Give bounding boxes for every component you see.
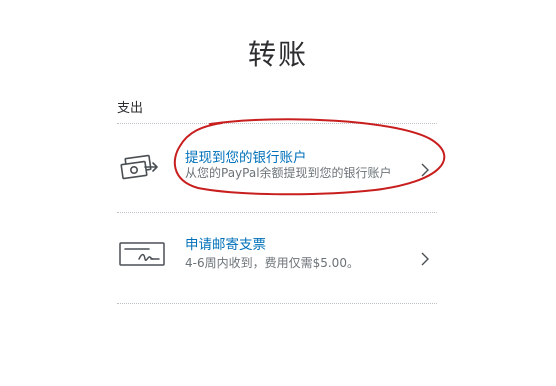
- check-icon: [117, 239, 167, 273]
- withdraw-to-bank-subtitle: 从您的PayPal余额提现到您的银行账户: [185, 166, 392, 180]
- withdraw-to-bank-title: 提现到您的银行账户: [185, 150, 307, 166]
- transfer-page: 转账 支出 提现到您的银行账户 从您的PayPal余额提现到您的银行账户 申请邮…: [0, 0, 556, 386]
- request-check-subtitle: 4-6周内收到，费用仅需$5.00。: [185, 256, 359, 270]
- request-check-option[interactable]: 申请邮寄支票 4-6周内收到，费用仅需$5.00。: [117, 213, 437, 303]
- page-title: 转账: [247, 38, 308, 71]
- section-label-outgoing: 支出: [117, 101, 144, 116]
- chevron-right-icon: [419, 251, 431, 267]
- withdraw-to-bank-option[interactable]: 提现到您的银行账户 从您的PayPal余额提现到您的银行账户: [117, 124, 437, 212]
- request-check-title: 申请邮寄支票: [185, 237, 266, 253]
- divider: [117, 303, 437, 304]
- chevron-right-icon: [419, 162, 431, 178]
- cash-transfer-icon: [117, 150, 161, 190]
